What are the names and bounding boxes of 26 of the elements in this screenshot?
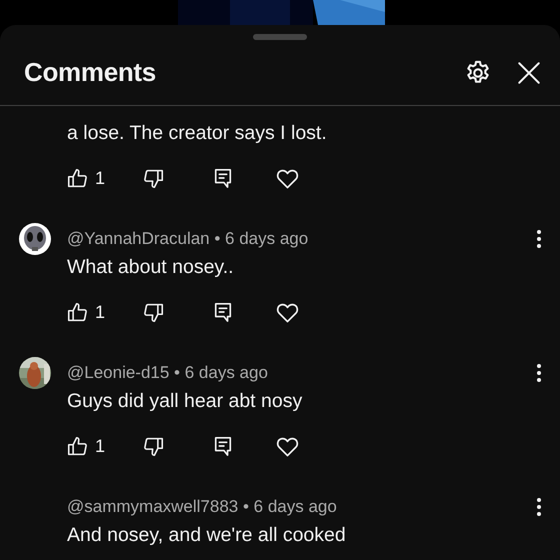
comment-byline: @Leonie-d15 • 6 days ago [67, 362, 269, 384]
comment-icon [213, 167, 233, 189]
comment-text: a lose. The creator says I lost. [67, 121, 328, 146]
like-button[interactable]: 1 [67, 162, 143, 194]
more-options-button[interactable] [536, 363, 542, 383]
comment-byline: @YannahDraculan • 6 days ago [67, 228, 310, 250]
more-options-button[interactable] [536, 497, 542, 517]
thumbs-up-icon [67, 302, 88, 322]
comment-text: What about nosey.. [67, 255, 235, 280]
thumbs-down-icon [143, 436, 164, 456]
comment-byline: @sammymaxwell7883 • 6 days ago [67, 496, 338, 518]
drag-handle[interactable] [253, 34, 307, 40]
thumbs-up-icon [67, 436, 88, 456]
close-button[interactable] [516, 60, 542, 86]
comment-icon [213, 435, 233, 457]
comment-icon [213, 301, 233, 323]
thumbs-down-icon [143, 168, 164, 188]
more-options-button[interactable] [536, 229, 542, 249]
like-button[interactable]: 1 [67, 430, 143, 462]
sheet-title: Comments [24, 56, 157, 89]
like-button[interactable]: 1 [67, 296, 143, 328]
comment-text: And nosey, and we're all cooked [67, 523, 347, 548]
thumbs-down-icon [143, 302, 164, 322]
avatar-icon[interactable] [18, 222, 52, 256]
comment-text: Guys did yall hear abt nosy [67, 389, 304, 414]
thumbs-up-icon [67, 168, 88, 188]
